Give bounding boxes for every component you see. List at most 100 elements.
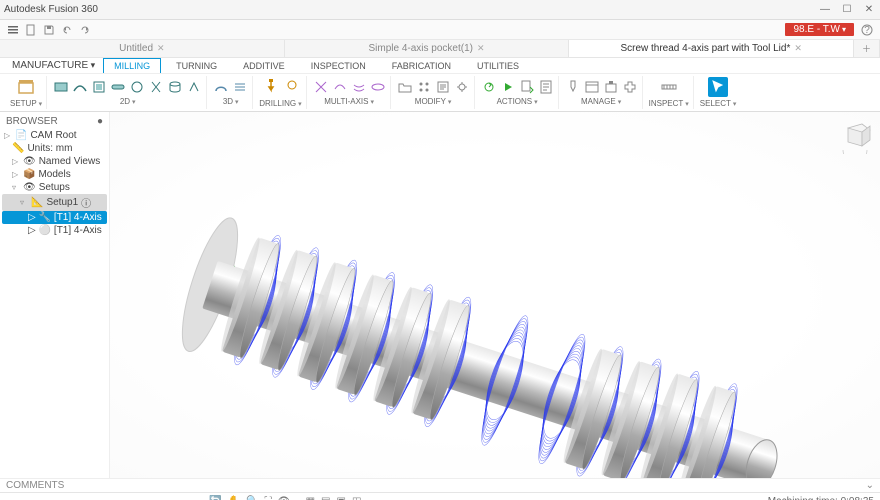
pan-icon[interactable]: ✋	[228, 496, 240, 500]
3d-adaptive-icon[interactable]	[213, 79, 229, 95]
setup-sheet-icon[interactable]	[538, 79, 554, 95]
tree-models[interactable]: ▷📦 Models	[2, 168, 107, 181]
ribbon-group-label[interactable]: MANAGE	[581, 97, 621, 106]
collapse-icon[interactable]: ●	[97, 116, 103, 127]
redo-icon[interactable]	[78, 23, 92, 37]
ribbon-tab-inspection[interactable]: INSPECTION	[300, 58, 377, 73]
close-icon[interactable]: ✕	[794, 43, 802, 54]
ribbon-group-label[interactable]: MULTI-AXIS	[324, 97, 374, 106]
tab-label: Untitled	[119, 43, 153, 54]
viewport[interactable]: // procedurally add flanges and toolpath…	[110, 112, 880, 478]
manual-nc-icon[interactable]	[435, 79, 451, 95]
machine-library-icon[interactable]	[603, 79, 619, 95]
help-icon[interactable]: ?	[860, 23, 874, 37]
multiaxis-contour-icon[interactable]	[332, 79, 348, 95]
tree-op-4axis-2[interactable]: ▷ ⚪ [T1] 4-Axis	[2, 224, 107, 237]
document-tabs: Untitled ✕ Simple 4-axis pocket(1)✕ Screw…	[0, 40, 880, 58]
orbit-icon[interactable]: 🔄	[209, 496, 221, 500]
2d-bore-icon[interactable]	[167, 79, 183, 95]
2d-slot-icon[interactable]	[110, 79, 126, 95]
close-icon[interactable]: ✕	[157, 43, 165, 54]
zoom-icon[interactable]: 🔍	[246, 496, 258, 500]
workspace-menu[interactable]: MANUFACTURE ▾	[8, 58, 99, 73]
3d-parallel-icon[interactable]	[232, 79, 248, 95]
ribbon-group-label[interactable]: SETUP	[10, 99, 42, 108]
swarf-icon[interactable]	[313, 79, 329, 95]
drill-icon[interactable]	[261, 77, 281, 97]
flow-icon[interactable]	[351, 79, 367, 95]
ribbon-group-label[interactable]: 2D	[120, 97, 136, 106]
comments-bar[interactable]: COMMENTS⌄	[0, 478, 880, 492]
display-icon[interactable]: ▦	[306, 496, 315, 500]
undo-icon[interactable]	[60, 23, 74, 37]
file-new-icon[interactable]	[24, 23, 38, 37]
model-canvas[interactable]	[110, 112, 880, 478]
ribbon-group-select: SELECT	[696, 76, 741, 109]
tree-root[interactable]: ▷📄 CAM Root	[2, 129, 107, 142]
ribbon-group-label[interactable]: SELECT	[700, 99, 737, 108]
fit-icon[interactable]: ⛶	[265, 496, 272, 500]
ribbon-tab-fabrication[interactable]: FABRICATION	[381, 58, 462, 73]
tab-untitled[interactable]: Untitled ✕	[0, 40, 285, 57]
view-cube[interactable]	[838, 120, 872, 154]
tree-units[interactable]: 📏 Units: mm	[2, 142, 107, 155]
2d-pocket-icon[interactable]	[91, 79, 107, 95]
tree-setup1[interactable]: ▿📐 Setup1 ⓘ	[2, 194, 107, 211]
tree-named-views[interactable]: ▷👁 Named Views	[2, 155, 107, 168]
measure-icon[interactable]	[659, 77, 679, 97]
ribbon: SETUP 2D 3D DRILLING	[0, 74, 880, 112]
snap-icon[interactable]: ▣	[337, 496, 346, 500]
maximize-button[interactable]: ☐	[840, 4, 854, 15]
2d-trace-icon[interactable]	[129, 79, 145, 95]
ribbon-group-3d: 3D	[209, 76, 253, 109]
tab-label: Screw thread 4-axis part with Tool Lid*	[620, 43, 790, 54]
2d-thread-icon[interactable]	[148, 79, 164, 95]
addins-icon[interactable]	[622, 79, 638, 95]
ribbon-group-label[interactable]: 3D	[223, 97, 239, 106]
ribbon-tab-additive[interactable]: ADDITIVE	[232, 58, 296, 73]
probe-icon[interactable]	[454, 79, 470, 95]
tree-setups[interactable]: ▿👁 Setups	[2, 181, 107, 194]
viewports-icon[interactable]: ◫	[352, 496, 361, 500]
tree-op-4axis-1[interactable]: ▷ 🔧 [T1] 4-Axis	[2, 211, 107, 224]
expand-icon[interactable]: ⌄	[866, 480, 874, 491]
simulate-icon[interactable]	[500, 79, 516, 95]
setup-icon[interactable]	[16, 77, 36, 97]
app-menu-icon[interactable]	[6, 23, 20, 37]
rotary-icon[interactable]	[370, 79, 386, 95]
tab-simple-4axis[interactable]: Simple 4-axis pocket(1)✕	[285, 40, 570, 57]
hole-icon[interactable]	[284, 77, 300, 93]
task-manager-icon[interactable]	[584, 79, 600, 95]
ribbon-group-label[interactable]: INSPECT	[649, 99, 689, 108]
look-icon[interactable]: 👁	[278, 496, 291, 500]
main-area: BROWSER● ▷📄 CAM Root 📏 Units: mm ▷👁 Name…	[0, 112, 880, 478]
2d-engrave-icon[interactable]	[186, 79, 202, 95]
ribbon-tab-utilities[interactable]: UTILITIES	[466, 58, 530, 73]
post-icon[interactable]	[519, 79, 535, 95]
save-icon[interactable]	[42, 23, 56, 37]
ribbon-group-label[interactable]: ACTIONS	[497, 97, 538, 106]
ribbon-tab-milling[interactable]: MILLING	[103, 58, 161, 73]
minimize-button[interactable]: —	[818, 4, 832, 15]
folder-icon[interactable]	[397, 79, 413, 95]
new-tab-button[interactable]: ＋	[854, 40, 880, 57]
close-icon[interactable]: ✕	[477, 43, 485, 54]
2d-face-icon[interactable]	[53, 79, 69, 95]
pattern-icon[interactable]	[416, 79, 432, 95]
browser-panel: BROWSER● ▷📄 CAM Root 📏 Units: mm ▷👁 Name…	[0, 112, 110, 478]
generate-icon[interactable]	[481, 79, 497, 95]
grid-icon[interactable]: ▤	[321, 496, 330, 500]
ribbon-group-label[interactable]: DRILLING	[259, 99, 301, 108]
close-button[interactable]: ✕	[862, 4, 876, 15]
ribbon-group-label[interactable]: MODIFY	[415, 97, 452, 106]
user-badge[interactable]: 98.E - T.W▾	[785, 23, 854, 36]
ribbon-group-setup: SETUP	[6, 76, 47, 109]
ribbon-tab-row: MANUFACTURE ▾ MILLING TURNING ADDITIVE I…	[0, 58, 880, 74]
select-icon[interactable]	[708, 77, 728, 97]
ribbon-group-multiaxis: MULTI-AXIS	[309, 76, 391, 109]
tab-screw-thread[interactable]: Screw thread 4-axis part with Tool Lid* ✕	[569, 40, 854, 57]
2d-contour-icon[interactable]	[72, 79, 88, 95]
tool-library-icon[interactable]	[565, 79, 581, 95]
ribbon-tab-turning[interactable]: TURNING	[165, 58, 228, 73]
browser-header[interactable]: BROWSER●	[2, 114, 107, 129]
